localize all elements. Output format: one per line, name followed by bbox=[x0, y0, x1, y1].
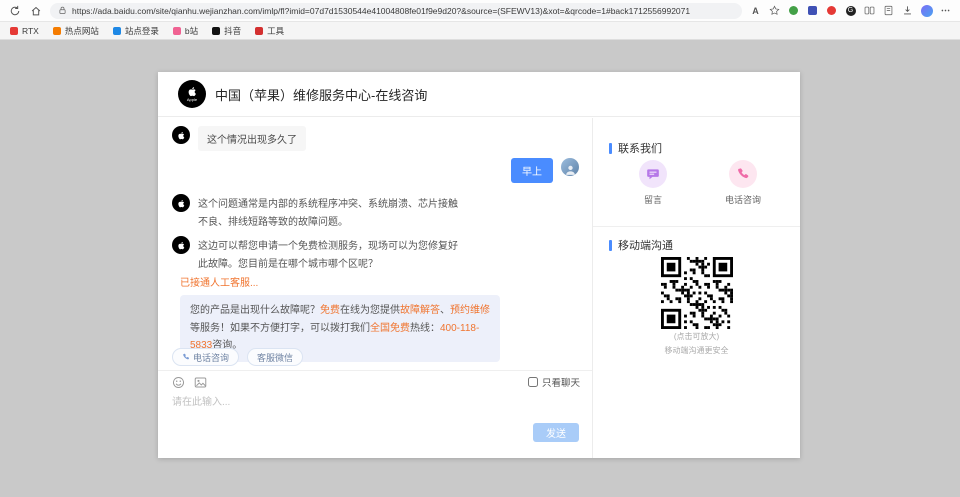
qr-caption: 移动端沟通更安全 bbox=[665, 345, 729, 357]
system-notice: 已接通人工客服... bbox=[180, 274, 500, 289]
bookmark-bilibili[interactable]: b站 bbox=[173, 25, 198, 37]
leave-message-button[interactable]: 留言 bbox=[623, 160, 683, 206]
title-accent-bar bbox=[609, 143, 612, 154]
bookmark-site-login[interactable]: 站点登录 bbox=[113, 25, 159, 37]
input-divider bbox=[158, 370, 592, 371]
read-aloud-icon[interactable]: A bbox=[749, 4, 762, 17]
g-extension-icon[interactable]: G bbox=[844, 4, 857, 17]
bot-message-bubble: 这个情况出现多久了 bbox=[198, 126, 306, 151]
bookmarks-bar: RTX 热点网站 站点登录 b站 抖音 工具 bbox=[0, 22, 960, 40]
phone-icon bbox=[729, 160, 757, 188]
phone-consult-button[interactable]: 电话咨询 bbox=[713, 160, 773, 206]
bot-avatar-icon bbox=[172, 194, 190, 212]
quick-reply-chips: 电话咨询 客服微信 bbox=[172, 348, 303, 366]
phone-consult-chip[interactable]: 电话咨询 bbox=[172, 348, 239, 366]
input-toolbar: 只看聊天 bbox=[172, 375, 580, 389]
bot-avatar-icon bbox=[172, 236, 190, 254]
chat-input[interactable] bbox=[172, 393, 562, 427]
lock-icon bbox=[58, 6, 67, 15]
extension-icon-blue[interactable] bbox=[806, 4, 819, 17]
home-icon[interactable] bbox=[29, 4, 43, 18]
contact-section-title: 联系我们 bbox=[609, 140, 662, 156]
wechat-service-chip[interactable]: 客服微信 bbox=[247, 348, 303, 366]
bookmark-rtx[interactable]: RTX bbox=[10, 26, 39, 36]
toolbar-right-icons: A G bbox=[749, 4, 952, 17]
split-screen-icon[interactable] bbox=[863, 4, 876, 17]
bot-message-text: 这个问题通常是内部的系统程序冲突、系统崩溃、芯片接触不良、排线短路等致的故障问题… bbox=[198, 194, 460, 231]
chat-header: Apple 中国（苹果）维修服务中心-在线咨询 bbox=[158, 72, 800, 117]
send-button[interactable]: 发送 bbox=[533, 423, 579, 442]
emoji-icon[interactable] bbox=[172, 376, 185, 389]
bot-message-text: 这边可以帮您申请一个免费检测服务，现场可以为您修复好此故障。您目前是在哪个城市哪… bbox=[198, 236, 460, 273]
apple-brand-label: Apple bbox=[187, 97, 197, 102]
downloads-icon[interactable] bbox=[901, 4, 914, 17]
bot-message: 这边可以帮您申请一个免费检测服务，现场可以为您修复好此故障。您目前是在哪个城市哪… bbox=[172, 236, 460, 273]
chat-widget-card: Apple 中国（苹果）维修服务中心-在线咨询 这个情况出现多久了 早上 bbox=[158, 72, 800, 458]
refresh-icon[interactable] bbox=[8, 4, 22, 18]
bookmark-douyin[interactable]: 抖音 bbox=[212, 25, 241, 37]
mobile-section-title: 移动端沟通 bbox=[609, 237, 673, 253]
url-input[interactable] bbox=[72, 6, 734, 16]
contact-panel: 联系我们 留言 电话咨询 移动端沟通 bbox=[593, 118, 800, 458]
chat-area: 这个情况出现多久了 早上 这个问题通常是内部的系统程序冲突、系统崩溃、芯片接触不… bbox=[158, 118, 593, 458]
panel-divider bbox=[593, 226, 800, 227]
user-message: 早上 bbox=[511, 158, 579, 183]
bookmark-hot-sites[interactable]: 热点网站 bbox=[53, 25, 99, 37]
bot-message: 这个问题通常是内部的系统程序冲突、系统崩溃、芯片接触不良、排线短路等致的故障问题… bbox=[172, 194, 460, 231]
more-menu-icon[interactable] bbox=[939, 4, 952, 17]
qr-code[interactable] bbox=[661, 257, 733, 329]
bookmark-tools[interactable]: 工具 bbox=[255, 25, 284, 37]
profile-avatar[interactable] bbox=[920, 4, 933, 17]
phone-icon bbox=[182, 353, 190, 361]
message-bubble-icon bbox=[639, 160, 667, 188]
extension-icon-green[interactable] bbox=[787, 4, 800, 17]
bot-avatar-icon bbox=[172, 126, 190, 144]
only-chat-checkbox[interactable]: 只看聊天 bbox=[528, 375, 580, 389]
user-avatar bbox=[561, 158, 579, 176]
apple-logo-avatar: Apple bbox=[178, 80, 206, 108]
bot-message: 这个情况出现多久了 bbox=[172, 126, 306, 151]
browser-toolbar: A G bbox=[0, 0, 960, 22]
collections-icon[interactable] bbox=[882, 4, 895, 17]
address-bar[interactable] bbox=[50, 3, 742, 19]
user-message-bubble: 早上 bbox=[511, 158, 553, 183]
page-title: 中国（苹果）维修服务中心-在线咨询 bbox=[215, 85, 427, 104]
title-accent-bar bbox=[609, 240, 612, 251]
only-chat-checkbox-input[interactable] bbox=[528, 377, 538, 387]
page-background: Apple 中国（苹果）维修服务中心-在线咨询 这个情况出现多久了 早上 bbox=[0, 40, 960, 497]
image-upload-icon[interactable] bbox=[194, 376, 207, 389]
favorites-star-icon[interactable] bbox=[768, 4, 781, 17]
qr-caption: (点击可放大) bbox=[674, 331, 719, 343]
extension-icon-red[interactable] bbox=[825, 4, 838, 17]
qr-section: (点击可放大) 移动端沟通更安全 bbox=[593, 257, 800, 357]
